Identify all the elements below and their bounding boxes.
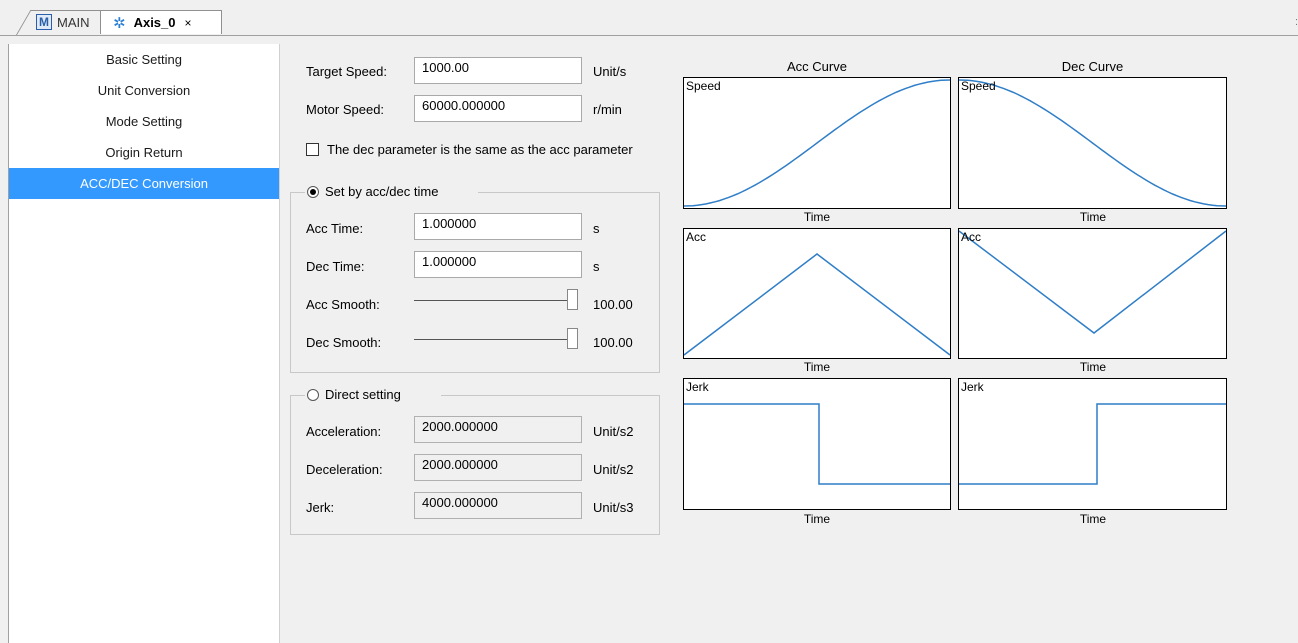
same-dec-checkbox[interactable] (306, 143, 319, 156)
gear-icon: ✲ (113, 14, 126, 32)
jerk-label: Jerk: (306, 500, 335, 515)
dec-smooth-label: Dec Smooth: (306, 335, 382, 350)
motor-speed-unit: r/min (593, 102, 622, 117)
acc-acc-plot: Acc (683, 228, 951, 359)
acc-jerk-plot-label: Jerk (686, 380, 709, 394)
settings-sidebar: Basic Setting Unit Conversion Mode Setti… (8, 44, 280, 643)
motor-speed-label: Motor Speed: (306, 102, 385, 117)
dec-jerk-plot: Jerk (958, 378, 1227, 510)
acc-speed-plot: Speed (683, 77, 951, 209)
direct-setting-radio[interactable] (307, 388, 319, 401)
direct-setting-label: Direct setting (325, 387, 401, 402)
close-icon[interactable]: × (185, 16, 192, 30)
acc-speed-time-label: Time (803, 210, 831, 224)
dec-acc-time-label: Time (1079, 360, 1107, 374)
target-speed-label: Target Speed: (306, 64, 387, 79)
acc-speed-curve (684, 79, 950, 207)
acc-dec-time-group-title: Set by acc/dec time (305, 184, 479, 199)
sidebar-item-unit-conversion[interactable]: Unit Conversion (9, 75, 279, 106)
set-by-time-radio[interactable] (307, 185, 319, 198)
dec-time-input[interactable]: 1.000000 (414, 251, 582, 278)
sidebar-item-mode-setting[interactable]: Mode Setting (9, 106, 279, 137)
acc-smooth-slider-track[interactable] (414, 300, 574, 301)
dec-time-unit: s (593, 259, 600, 274)
tab-axis[interactable]: ✲ Axis_0 × (100, 10, 222, 34)
target-speed-unit: Unit/s (593, 64, 627, 79)
dec-acc-curve (959, 230, 1226, 334)
dec-smooth-slider-track[interactable] (414, 339, 574, 340)
tab-main[interactable]: M MAIN (16, 10, 110, 34)
acc-jerk-time-label: Time (803, 512, 831, 526)
dec-smooth-value: 100.00 (593, 335, 633, 350)
set-by-time-label: Set by acc/dec time (325, 184, 439, 199)
acc-speed-plot-label: Speed (686, 79, 721, 93)
acc-acc-curve (684, 253, 950, 356)
acc-time-unit: s (593, 221, 600, 236)
dec-jerk-time-label: Time (1079, 512, 1107, 526)
motor-speed-input[interactable]: 60000.000000 (414, 95, 582, 122)
dec-speed-curve (959, 79, 1226, 207)
dec-speed-plot-label: Speed (961, 79, 996, 93)
acc-smooth-label: Acc Smooth: (306, 297, 380, 312)
acc-acc-plot-label: Acc (686, 230, 707, 244)
acc-curve-title: Acc Curve (787, 59, 847, 74)
acceleration-unit: Unit/s2 (593, 424, 634, 439)
jerk-field: 4000.000000 (414, 492, 582, 519)
target-speed-input[interactable]: 1000.00 (414, 57, 582, 84)
dec-time-label: Dec Time: (306, 259, 365, 274)
acceleration-label: Acceleration: (306, 424, 382, 439)
dec-jerk-curve (959, 403, 1226, 485)
acc-jerk-curve (684, 403, 950, 485)
jerk-unit: Unit/s3 (593, 500, 634, 515)
acc-jerk-plot: Jerk (683, 378, 951, 510)
direct-setting-group-title: Direct setting (305, 387, 441, 402)
acc-acc-time-label: Time (803, 360, 831, 374)
program-m-icon: M (36, 14, 52, 30)
dec-speed-time-label: Time (1079, 210, 1107, 224)
sidebar-item-origin-return[interactable]: Origin Return (9, 137, 279, 168)
document-tab-bar: M MAIN ✲ Axis_0 × : (0, 0, 1298, 36)
deceleration-field: 2000.000000 (414, 454, 582, 481)
acc-time-input[interactable]: 1.000000 (414, 213, 582, 240)
dec-acc-plot-label: Acc (961, 230, 982, 244)
same-dec-label: The dec parameter is the same as the acc… (327, 142, 633, 157)
tab-main-label: MAIN (57, 14, 90, 30)
sidebar-item-basic-setting[interactable]: Basic Setting (9, 44, 279, 75)
deceleration-unit: Unit/s2 (593, 462, 634, 477)
acc-time-label: Acc Time: (306, 221, 364, 236)
deceleration-label: Deceleration: (306, 462, 383, 477)
dec-curve-title: Dec Curve (1061, 59, 1124, 74)
dec-speed-plot: Speed (958, 77, 1227, 209)
acc-smooth-slider-thumb[interactable] (567, 289, 578, 310)
dec-smooth-slider-thumb[interactable] (567, 328, 578, 349)
dec-jerk-plot-label: Jerk (961, 380, 984, 394)
dec-acc-plot: Acc (958, 228, 1227, 359)
acc-smooth-value: 100.00 (593, 297, 633, 312)
sidebar-item-acc-dec-conversion[interactable]: ACC/DEC Conversion (9, 168, 279, 199)
tab-axis-label: Axis_0 (133, 15, 176, 30)
acceleration-field: 2000.000000 (414, 416, 582, 443)
